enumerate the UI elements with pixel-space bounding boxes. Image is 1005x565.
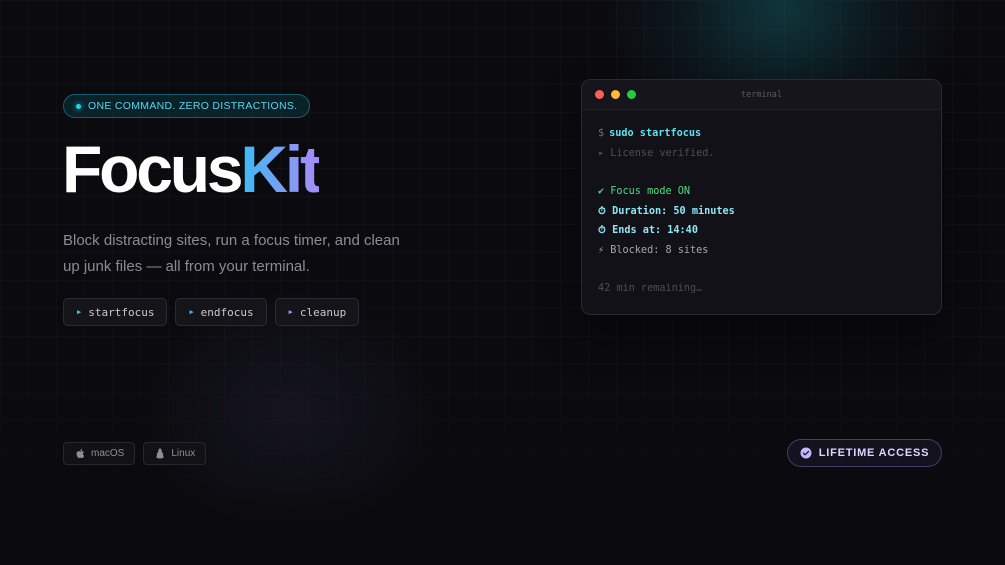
command-endfocus-button[interactable]: ▶ endfocus xyxy=(175,298,267,326)
linux-icon xyxy=(156,448,165,459)
command-cleanup-button[interactable]: ▶ cleanup xyxy=(274,298,360,326)
play-triangle-icon: ▶ xyxy=(189,308,194,316)
terminal-window: terminal $ sudo startfocus ▸ License veri… xyxy=(581,79,942,315)
terminal-command: sudo startfocus xyxy=(609,128,702,139)
platform-macos-badge: macOS xyxy=(63,442,136,465)
platform-label: macOS xyxy=(91,448,125,459)
page-title: FocusKit xyxy=(62,136,322,202)
platform-linux-badge: Linux xyxy=(143,442,207,465)
lifetime-access-button[interactable]: LIFETIME ACCESS xyxy=(787,439,942,467)
prompt-symbol: $ xyxy=(598,128,605,139)
status-dot-icon xyxy=(76,103,81,109)
lifetime-access-label: LIFETIME ACCESS xyxy=(818,447,930,459)
command-label: startfocus xyxy=(88,305,155,319)
focus-mode-line: ✔ Focus mode ON xyxy=(598,186,691,197)
tagline-text: ONE COMMAND. ZERO DISTRACTIONS. xyxy=(88,100,298,112)
duration-line: ⏱ Duration: 50 minutes xyxy=(598,205,735,217)
remaining-line: 42 min remaining… xyxy=(598,283,703,294)
play-triangle-icon: ▶ xyxy=(77,308,82,316)
tagline-badge: ONE COMMAND. ZERO DISTRACTIONS. xyxy=(63,94,311,118)
command-startfocus-button[interactable]: ▶ startfocus xyxy=(63,298,168,326)
blocked-line: ⚡ Blocked: 8 sites xyxy=(598,244,709,256)
terminal-command-line: $ sudo startfocus xyxy=(598,124,925,144)
command-list: ▶ startfocus ▶ endfocus ▶ cleanup xyxy=(63,298,360,326)
hero-subtitle: Block distracting sites, run a focus tim… xyxy=(63,232,400,275)
title-kit: Kit xyxy=(240,132,322,206)
check-circle-icon xyxy=(800,447,812,459)
terminal-title: terminal xyxy=(741,89,782,100)
license-line: ▸ License verified. xyxy=(598,147,715,159)
ends-at-line: ⏱ Ends at: 14:40 xyxy=(598,225,698,236)
platform-label: Linux xyxy=(171,448,196,459)
platform-list: macOS Linux xyxy=(63,442,207,465)
bottom-fade xyxy=(0,485,1005,565)
play-triangle-icon: ▶ xyxy=(288,308,293,316)
apple-icon xyxy=(76,448,85,459)
title-focus: Focus xyxy=(62,132,244,206)
terminal-titlebar: terminal xyxy=(582,80,941,110)
terminal-output: $ sudo startfocus ▸ License verified. ✔ F… xyxy=(582,110,941,313)
command-label: endfocus xyxy=(200,305,254,319)
command-label: cleanup xyxy=(299,305,347,319)
